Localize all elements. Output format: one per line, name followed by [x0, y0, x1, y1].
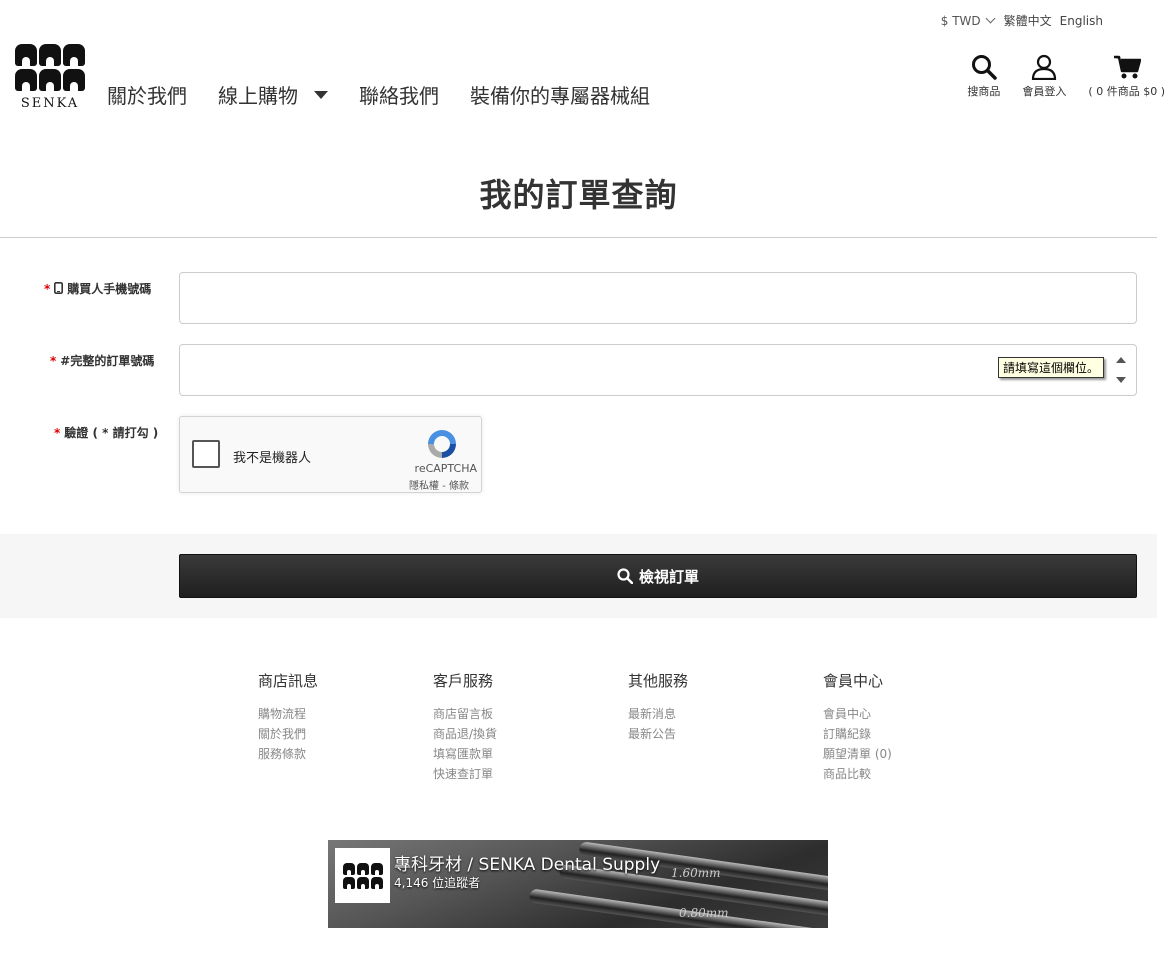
- recaptcha-links[interactable]: 隱私權 - 條款: [409, 477, 469, 492]
- header-tools: 搜商品 會員登入 ( 0 件商品 $0 ): [967, 54, 1165, 99]
- recaptcha-widget: 我不是機器人 reCAPTCHA 隱私權 - 條款: [179, 416, 482, 493]
- nav-item-kit[interactable]: 裝備你的專屬器械組: [470, 80, 650, 109]
- recaptcha-text: 我不是機器人: [233, 451, 312, 466]
- search-label: 搜商品: [967, 85, 1001, 98]
- phone-field-wrapper: [179, 272, 1137, 324]
- footer-link[interactable]: 填寫匯款單: [433, 744, 497, 764]
- currency-selector[interactable]: $ TWD: [941, 14, 996, 28]
- page-avatar[interactable]: [335, 848, 390, 903]
- validation-tooltip: 請填寫這個欄位。: [997, 357, 1104, 378]
- measurement-mark: 1.60mm: [671, 866, 721, 880]
- cart-button[interactable]: ( 0 件商品 $0 ): [1088, 54, 1165, 99]
- footer-heading: 商店訊息: [258, 672, 319, 690]
- nav-label: 關於我們: [107, 84, 187, 108]
- order-number-input[interactable]: [180, 345, 1136, 395]
- page-title: 我的訂單查詢: [479, 176, 678, 214]
- facebook-page-plugin[interactable]: 1.60mm 0.80mm 專科牙材 / SENKA Dental Supply…: [328, 840, 828, 928]
- order-number-label: * #完整的訂單號碼: [50, 352, 154, 369]
- footer-link[interactable]: 快速查訂單: [433, 764, 497, 784]
- nav-item-shop[interactable]: 線上購物: [218, 80, 328, 109]
- number-spinner[interactable]: [1112, 351, 1130, 389]
- cart-label: ( 0 件商品 $0 ): [1088, 85, 1165, 98]
- footer-col-member: 會員中心 會員中心 訂購紀錄 願望清單 (0) 商品比較: [823, 670, 892, 784]
- search-icon: [971, 55, 997, 80]
- spin-down-icon[interactable]: [1116, 377, 1126, 383]
- header-divider: [0, 237, 1157, 238]
- measurement-mark: 0.80mm: [679, 906, 729, 920]
- recaptcha-brand: reCAPTCHA: [414, 462, 477, 475]
- site-logo[interactable]: SENKA: [13, 44, 87, 116]
- phone-label: * 購買人手機號碼: [44, 280, 151, 297]
- top-utility-bar: $ TWD 繁體中文 English: [941, 12, 1103, 29]
- nav-label: 線上購物: [218, 84, 298, 108]
- cart-icon: [1113, 55, 1141, 79]
- footer-link[interactable]: 商店留言板: [433, 704, 497, 724]
- language-zh-link[interactable]: 繁體中文: [1004, 12, 1052, 29]
- verify-label: * 驗證 ( * 請打勾 ): [54, 424, 158, 441]
- footer-link[interactable]: 願望清單 (0): [823, 744, 892, 764]
- footer-link[interactable]: 購物流程: [258, 704, 318, 724]
- language-en-link[interactable]: English: [1060, 14, 1103, 28]
- main-nav: 關於我們 線上購物 聯絡我們 裝備你的專屬器械組: [107, 80, 650, 109]
- search-button[interactable]: 搜商品: [967, 54, 1000, 99]
- recaptcha-logo-icon: [428, 430, 456, 458]
- user-icon: [1032, 54, 1057, 80]
- footer-col-store: 商店訊息 購物流程 關於我們 服務條款: [258, 670, 318, 764]
- phone-input[interactable]: [180, 273, 1136, 323]
- tooth-logo-icon: [13, 44, 87, 91]
- recaptcha-checkbox[interactable]: [192, 440, 220, 468]
- order-label-text: #完整的訂單號碼: [60, 354, 155, 368]
- footer-heading: 其他服務: [628, 672, 689, 690]
- login-button[interactable]: 會員登入: [1022, 54, 1066, 99]
- footer-link[interactable]: 商品比較: [823, 764, 892, 784]
- footer-link[interactable]: 最新消息: [628, 704, 688, 724]
- footer-link[interactable]: 商品退/換貨: [433, 724, 497, 744]
- verify-label-text: 驗證 ( * 請打勾 ): [64, 426, 159, 440]
- nav-label: 裝備你的專屬器械組: [470, 84, 650, 108]
- follower-count: 4,146 位追蹤者: [394, 876, 481, 890]
- footer-link[interactable]: 會員中心: [823, 704, 892, 724]
- view-order-label: 檢視訂單: [638, 568, 699, 586]
- footer-heading: 客戶服務: [433, 672, 494, 690]
- required-mark: *: [44, 282, 51, 296]
- footer-link[interactable]: 服務條款: [258, 744, 318, 764]
- caret-down-icon: [314, 90, 328, 99]
- page-name[interactable]: 專科牙材 / SENKA Dental Supply: [394, 850, 660, 875]
- chevron-down-icon: [985, 13, 996, 24]
- required-mark: *: [54, 426, 61, 440]
- footer-col-service: 客戶服務 商店留言板 商品退/換貨 填寫匯款單 快速查訂單: [433, 670, 497, 784]
- mobile-phone-icon: [54, 282, 64, 294]
- view-order-button[interactable]: 檢視訂單: [179, 554, 1137, 598]
- footer-link[interactable]: 關於我們: [258, 724, 318, 744]
- search-icon: [617, 568, 633, 584]
- order-field-wrapper: 請填寫這個欄位。: [179, 344, 1137, 396]
- currency-label: $ TWD: [940, 13, 981, 28]
- required-mark: *: [50, 354, 57, 368]
- footer-col-other: 其他服務 最新消息 最新公告: [628, 670, 688, 744]
- footer-heading: 會員中心: [823, 672, 884, 690]
- login-label: 會員登入: [1022, 85, 1067, 98]
- spin-up-icon[interactable]: [1116, 357, 1126, 363]
- nav-label: 聯絡我們: [359, 84, 439, 108]
- phone-label-text: 購買人手機號碼: [67, 282, 152, 296]
- nav-item-contact[interactable]: 聯絡我們: [359, 80, 439, 109]
- tooth-logo-icon: [342, 862, 383, 889]
- footer-link[interactable]: 訂購紀錄: [823, 724, 892, 744]
- nav-item-about[interactable]: 關於我們: [107, 80, 187, 109]
- footer-link[interactable]: 最新公告: [628, 724, 688, 744]
- logo-text: SENKA: [20, 96, 80, 111]
